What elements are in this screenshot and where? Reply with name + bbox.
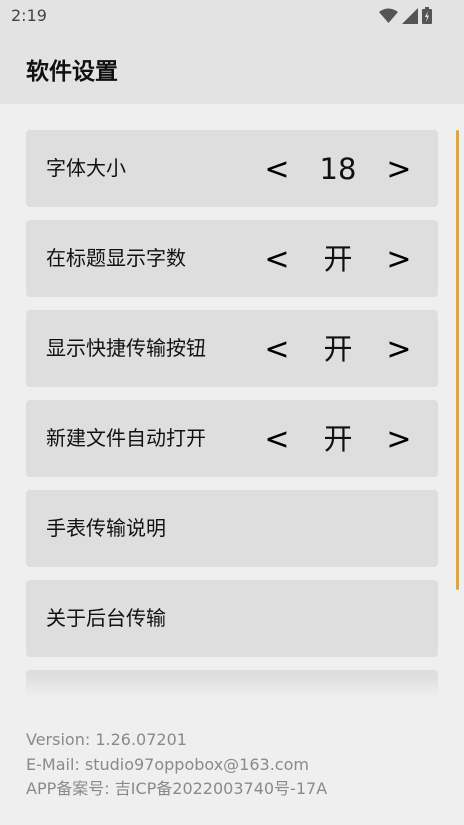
icp-text: APP备案号: 吉ICP备2022003740号-17A (26, 779, 328, 798)
setting-value: 开 (323, 422, 353, 456)
setting-value: 开 (323, 332, 353, 366)
scrollbar[interactable] (456, 130, 459, 590)
page-title: 软件设置 (26, 59, 118, 85)
footer-info: Version: 1.26.07201 E-Mail: studio97oppo… (26, 728, 327, 802)
list-fade (0, 676, 464, 698)
watch-transfer-guide-item[interactable]: 手表传输说明 (26, 490, 438, 567)
setting-label: 字体大小 (46, 156, 126, 180)
settings-list[interactable]: 字体大小 < 18 > 在标题显示字数 < 开 > 显示快捷传输按钮 < 开 >… (0, 104, 464, 698)
previous-option-button[interactable]: < (262, 220, 292, 297)
version-text: Version: 1.26.07201 (26, 730, 187, 749)
next-option-button[interactable]: > (384, 310, 414, 387)
next-option-button[interactable]: > (384, 220, 414, 297)
next-option-button[interactable]: > (384, 400, 414, 477)
setting-label: 手表传输说明 (46, 516, 166, 540)
status-bar: 2:19 (0, 0, 464, 32)
setting-quick-transfer-button: 显示快捷传输按钮 < 开 > (26, 310, 438, 387)
signal-icon (402, 7, 418, 28)
setting-value: 开 (323, 242, 353, 276)
setting-label: 关于后台传输 (46, 606, 166, 630)
wifi-icon (379, 8, 398, 27)
setting-label: 新建文件自动打开 (46, 426, 206, 450)
setting-value: 18 (319, 152, 357, 186)
decrease-button[interactable]: < (262, 130, 292, 207)
setting-label: 在标题显示字数 (46, 246, 186, 270)
status-time: 2:19 (11, 6, 47, 25)
setting-font-size: 字体大小 < 18 > (26, 130, 438, 207)
increase-button[interactable]: > (384, 130, 414, 207)
background-transfer-item[interactable]: 关于后台传输 (26, 580, 438, 657)
status-icons (379, 7, 432, 28)
email-text: E-Mail: studio97oppobox@163.com (26, 754, 309, 774)
app-bar: 软件设置 (0, 32, 464, 104)
previous-option-button[interactable]: < (262, 310, 292, 387)
battery-icon (422, 7, 432, 28)
setting-label: 显示快捷传输按钮 (46, 336, 206, 360)
setting-show-word-count: 在标题显示字数 < 开 > (26, 220, 438, 297)
previous-option-button[interactable]: < (262, 400, 292, 477)
setting-auto-open-new-file: 新建文件自动打开 < 开 > (26, 400, 438, 477)
